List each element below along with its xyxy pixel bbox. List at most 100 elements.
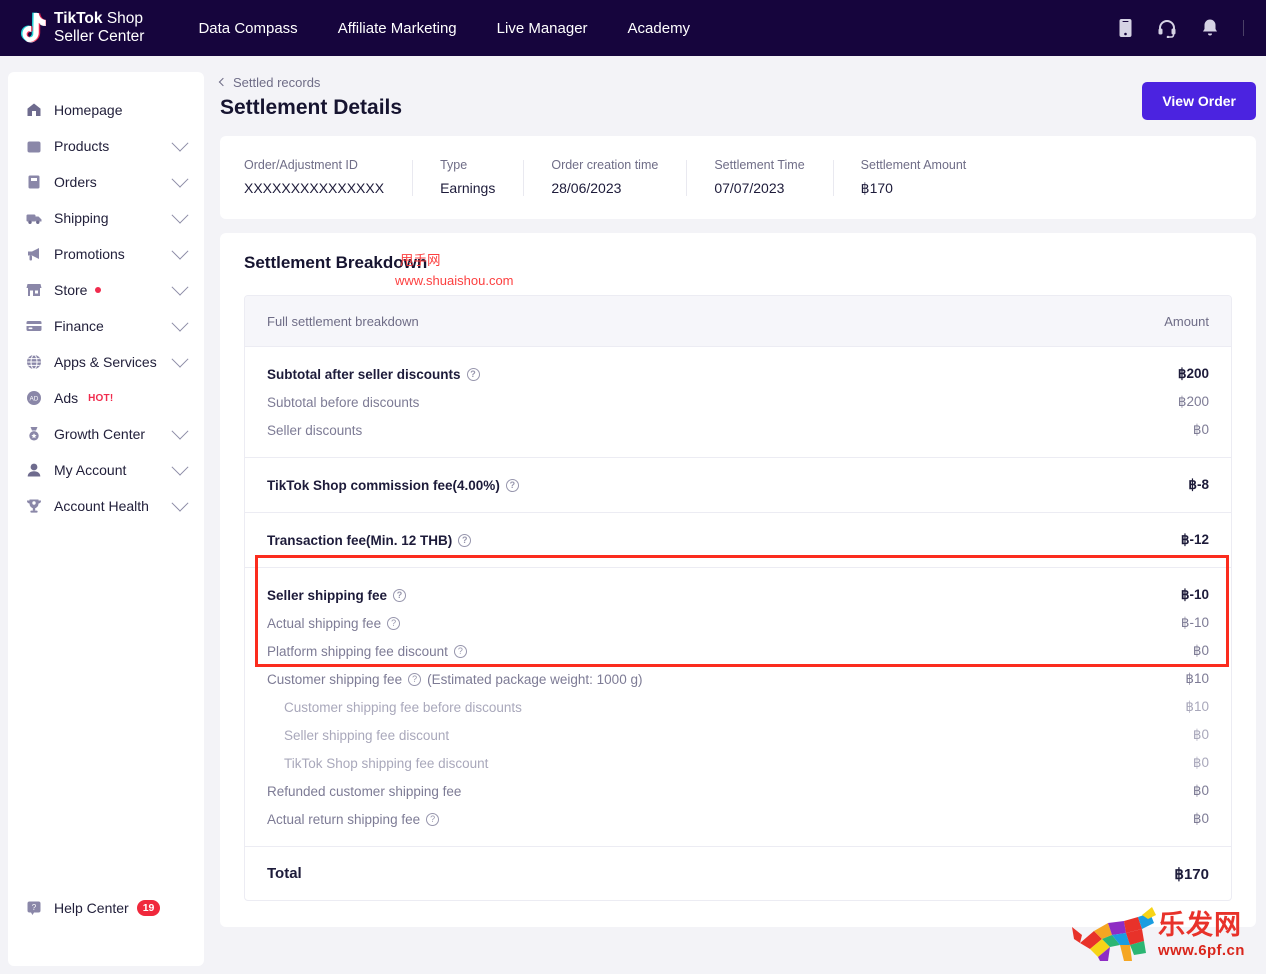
chevron-down-icon[interactable] xyxy=(172,171,189,188)
sidebar-item-growth-center[interactable]: Growth Center xyxy=(8,416,204,452)
breakdown-table: Full settlement breakdown Amount Subtota… xyxy=(244,295,1232,901)
row-amount: ฿-10 xyxy=(1181,587,1209,603)
chevron-down-icon[interactable] xyxy=(172,207,189,224)
th-full-settlement-breakdown: Full settlement breakdown xyxy=(267,314,419,329)
table-row: TikTok Shop commission fee(4.00%)? ฿-8 xyxy=(245,471,1231,499)
sidebar-label: Ads xyxy=(54,390,78,406)
help-icon[interactable]: ? xyxy=(426,813,439,826)
help-center-label: Help Center xyxy=(54,900,129,916)
help-icon[interactable]: ? xyxy=(393,589,406,602)
svg-text:?: ? xyxy=(32,903,37,912)
sidebar-item-account-health[interactable]: Account Health xyxy=(8,488,204,524)
bell-icon[interactable] xyxy=(1201,18,1219,38)
sidebar-label: Shipping xyxy=(54,210,174,226)
row-amount: ฿-10 xyxy=(1181,615,1209,631)
row-amount: ฿200 xyxy=(1178,394,1209,410)
help-icon[interactable]: ? xyxy=(454,645,467,658)
chevron-down-icon[interactable] xyxy=(172,459,189,476)
nav-affiliate-marketing[interactable]: Affiliate Marketing xyxy=(338,20,457,37)
info-field-order-id: Order/Adjustment ID XXXXXXXXXXXXXXX xyxy=(244,158,412,197)
brand-logo-block[interactable]: TikTok Shop Seller Center xyxy=(14,10,144,46)
chevron-down-icon[interactable] xyxy=(172,279,189,296)
page-title: Settlement Details xyxy=(220,96,1256,120)
sidebar-item-shipping[interactable]: Shipping xyxy=(8,200,204,236)
chevron-down-icon[interactable] xyxy=(172,135,189,152)
sidebar-label: My Account xyxy=(54,462,174,478)
sidebar-item-store[interactable]: Store xyxy=(8,272,204,308)
sidebar-label: Homepage xyxy=(54,102,190,118)
chevron-down-icon[interactable] xyxy=(172,315,189,332)
sidebar-item-ads[interactable]: AD Ads HOT! xyxy=(8,380,204,416)
row-amount: ฿0 xyxy=(1193,811,1209,827)
tiktok-note-icon xyxy=(14,11,46,45)
row-amount: ฿0 xyxy=(1193,755,1209,771)
nav-live-manager[interactable]: Live Manager xyxy=(497,20,588,37)
headset-icon[interactable] xyxy=(1157,18,1177,38)
row-label: Platform shipping fee discount xyxy=(267,644,448,659)
info-label: Order creation time xyxy=(551,158,658,172)
row-amount: ฿0 xyxy=(1193,727,1209,743)
table-row: Customer shipping fee?(Estimated package… xyxy=(245,665,1231,693)
view-order-button[interactable]: View Order xyxy=(1142,82,1256,120)
sidebar-item-my-account[interactable]: My Account xyxy=(8,452,204,488)
table-row: Seller discounts ฿0 xyxy=(245,416,1231,444)
settlement-breakdown-title: Settlement Breakdown xyxy=(244,253,1232,273)
info-field-settlement-amount: Settlement Amount ฿170 xyxy=(833,158,995,197)
help-icon[interactable]: ? xyxy=(506,479,519,492)
megaphone-icon xyxy=(26,246,42,262)
table-row: Platform shipping fee discount? ฿0 xyxy=(245,637,1231,665)
breakdown-group-commission: TikTok Shop commission fee(4.00%)? ฿-8 xyxy=(245,457,1231,512)
question-box-icon: ? xyxy=(26,900,42,916)
row-label: Actual shipping fee xyxy=(267,616,381,631)
help-icon[interactable]: ? xyxy=(458,534,471,547)
help-icon[interactable]: ? xyxy=(467,368,480,381)
row-amount: ฿10 xyxy=(1185,671,1209,687)
top-nav-items: Data Compass Affiliate Marketing Live Ma… xyxy=(198,20,690,37)
info-value: XXXXXXXXXXXXXXX xyxy=(244,180,384,196)
nav-academy[interactable]: Academy xyxy=(628,20,691,37)
sidebar-item-promotions[interactable]: Promotions xyxy=(8,236,204,272)
chevron-down-icon[interactable] xyxy=(172,243,189,260)
help-icon[interactable]: ? xyxy=(387,617,400,630)
svg-text:AD: AD xyxy=(30,396,39,403)
sidebar-item-orders[interactable]: Orders xyxy=(8,164,204,200)
help-icon[interactable]: ? xyxy=(408,673,421,686)
sidebar-item-homepage[interactable]: Homepage xyxy=(8,92,204,128)
table-row: Seller shipping fee? ฿-10 xyxy=(245,581,1231,609)
notification-dot-icon xyxy=(95,287,101,293)
sidebar-item-products[interactable]: Products xyxy=(8,128,204,164)
sidebar-item-help-center[interactable]: ? Help Center 19 xyxy=(8,892,204,924)
sidebar-label: Apps & Services xyxy=(54,354,174,370)
info-field-order-creation-time: Order creation time 28/06/2023 xyxy=(523,158,686,197)
row-amount: ฿0 xyxy=(1193,783,1209,799)
sidebar-label: Growth Center xyxy=(54,426,174,442)
sidebar-item-finance[interactable]: Finance xyxy=(8,308,204,344)
breakdown-group-transaction-fee: Transaction fee(Min. 12 THB)? ฿-12 xyxy=(245,512,1231,567)
sidebar-item-apps-services[interactable]: Apps & Services xyxy=(8,344,204,380)
breakdown-total-row: Total ฿170 xyxy=(245,846,1231,900)
chevron-down-icon[interactable] xyxy=(172,495,189,512)
sidebar-label: Store xyxy=(54,282,87,298)
table-row: Seller shipping fee discount ฿0 xyxy=(245,721,1231,749)
mobile-icon[interactable] xyxy=(1118,18,1133,38)
table-row: Refunded customer shipping fee ฿0 xyxy=(245,777,1231,805)
chevron-down-icon[interactable] xyxy=(172,351,189,368)
total-amount: ฿170 xyxy=(1174,865,1209,883)
row-note: (Estimated package weight: 1000 g) xyxy=(427,672,642,687)
row-label: Seller discounts xyxy=(267,423,362,438)
breakdown-table-header: Full settlement breakdown Amount xyxy=(245,296,1231,346)
info-label: Settlement Time xyxy=(714,158,804,172)
sidebar-label: Products xyxy=(54,138,174,154)
ads-icon: AD xyxy=(26,390,42,406)
info-field-settlement-time: Settlement Time 07/07/2023 xyxy=(686,158,832,197)
row-label: Seller shipping fee discount xyxy=(284,728,449,743)
settlement-breakdown-card: Settlement Breakdown 甩手网 www.shuaishou.c… xyxy=(220,233,1256,927)
breadcrumb[interactable]: Settled records xyxy=(220,75,320,90)
th-amount: Amount xyxy=(1164,314,1209,329)
chevron-down-icon[interactable] xyxy=(172,423,189,440)
info-label: Order/Adjustment ID xyxy=(244,158,384,172)
truck-icon xyxy=(26,210,42,226)
nav-data-compass[interactable]: Data Compass xyxy=(198,20,297,37)
row-label: Actual return shipping fee xyxy=(267,812,420,827)
brand-shop-word: Shop xyxy=(103,10,144,27)
